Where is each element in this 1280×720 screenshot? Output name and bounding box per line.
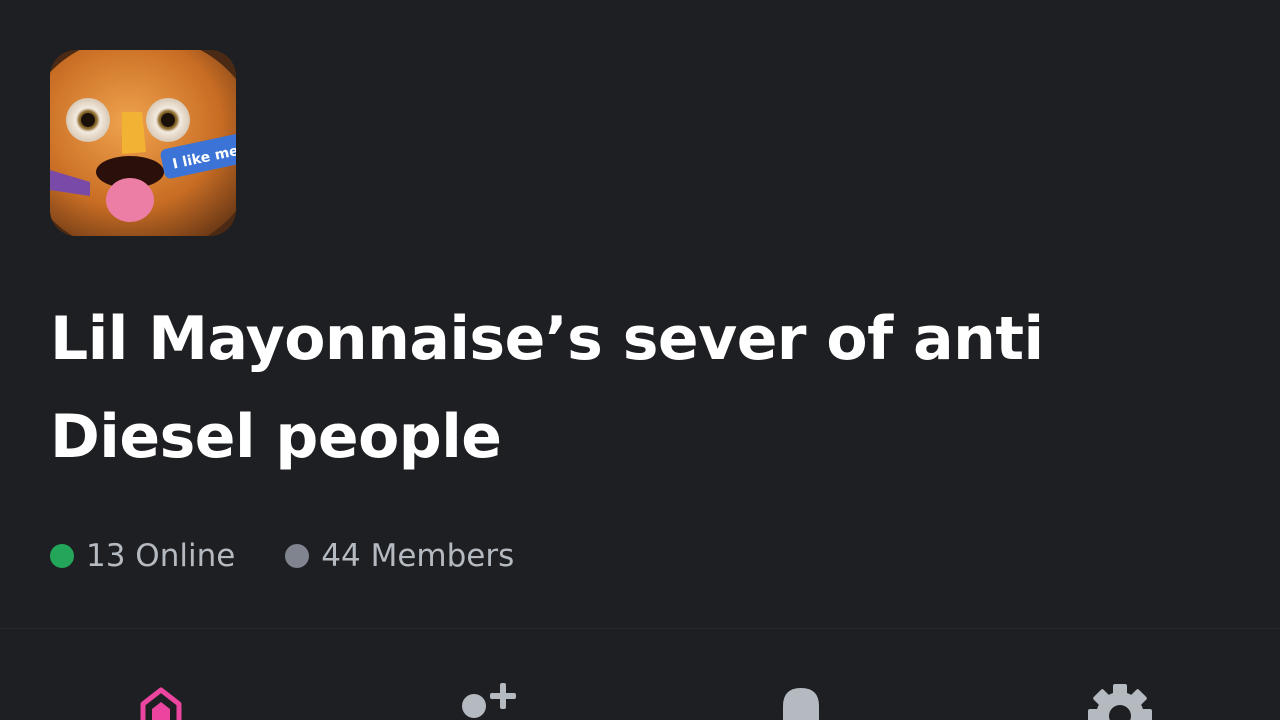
gear-icon — [1088, 684, 1152, 720]
add-person-icon — [462, 683, 516, 718]
online-stat: 13 Online — [50, 538, 235, 574]
settings-button[interactable] — [1070, 676, 1170, 720]
online-status-dot — [50, 544, 74, 568]
online-count: 13 Online — [86, 538, 236, 574]
members-status-dot — [285, 544, 310, 568]
invite-button[interactable] — [440, 676, 540, 720]
member-count: 44 Members — [321, 538, 515, 574]
server-icon[interactable]: I like men — [50, 50, 236, 236]
boosts-button[interactable] — [111, 676, 211, 720]
bell-icon — [783, 688, 819, 720]
server-stats: 13 Online 44 Members — [50, 532, 514, 580]
server-icon-image: I like men — [50, 50, 236, 236]
members-stat: 44 Members — [285, 538, 514, 574]
boost-gem-icon — [140, 687, 182, 720]
server-name: Lil Mayonnaise’s sever of anti Diesel pe… — [50, 304, 1044, 472]
notifications-button[interactable] — [751, 676, 851, 720]
divider — [0, 628, 1280, 629]
